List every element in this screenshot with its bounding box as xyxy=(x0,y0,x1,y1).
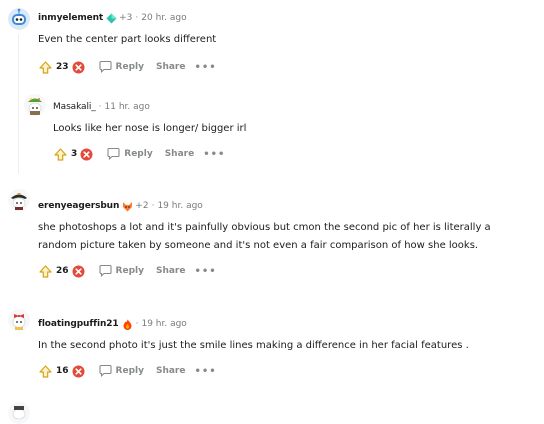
username[interactable]: Masakali_ xyxy=(53,102,96,112)
reply-button[interactable]: Reply xyxy=(98,58,144,77)
snoo-red-bow-avatar-icon[interactable] xyxy=(8,309,30,331)
next-comment-avatar-icon[interactable] xyxy=(8,402,30,424)
vote-score: 16 xyxy=(56,366,69,376)
comment-bubble-icon xyxy=(98,362,112,381)
downvote-icon[interactable] xyxy=(80,148,93,161)
snoo-green-hat-avatar-icon[interactable] xyxy=(24,94,46,116)
downvote-icon[interactable] xyxy=(72,61,85,74)
comment-bubble-icon xyxy=(98,58,112,77)
comment-actions: 23 Reply Share ••• xyxy=(38,59,217,75)
comment-inmyelement: inmyelement +3 · 20 hr. ago Even the cen… xyxy=(0,0,544,90)
reply-button[interactable]: Reply xyxy=(107,145,153,164)
username[interactable]: floatingpuffin21 xyxy=(38,319,119,329)
upvote-icon[interactable] xyxy=(38,264,52,278)
share-button[interactable]: Share xyxy=(156,366,186,376)
comment-actions: 26 Reply Share ••• xyxy=(38,263,217,279)
more-options-button[interactable]: ••• xyxy=(203,149,225,160)
separator-dot: · xyxy=(98,102,102,112)
reply-label: Reply xyxy=(124,149,153,159)
upvote-icon[interactable] xyxy=(38,60,52,74)
karma-change: +3 xyxy=(119,13,133,23)
comment-bubble-icon xyxy=(98,262,112,281)
reply-label: Reply xyxy=(115,266,144,276)
timestamp[interactable]: 19 hr. ago xyxy=(157,201,202,211)
share-button[interactable]: Share xyxy=(156,266,186,276)
comment-erenyeagersbun: erenyeagersbun +2 · 19 hr. ago she photo… xyxy=(0,182,544,290)
snoo-robot-avatar-icon[interactable] xyxy=(8,8,30,30)
username[interactable]: inmyelement xyxy=(38,13,103,23)
comment-text: Looks like her nose is longer/ bigger ir… xyxy=(53,123,247,134)
comment-actions: 16 Reply Share ••• xyxy=(38,363,217,379)
share-button[interactable]: Share xyxy=(165,149,195,159)
username[interactable]: erenyeagersbun xyxy=(38,201,119,211)
separator-dot: · xyxy=(135,13,139,23)
separator-dot: · xyxy=(151,201,155,211)
upvote-icon[interactable] xyxy=(38,364,52,378)
comment-bubble-icon xyxy=(107,145,120,164)
vote-score: 26 xyxy=(56,266,69,276)
comment-text: she photoshops a lot and it's painfully … xyxy=(38,222,491,251)
more-options-button[interactable]: ••• xyxy=(194,62,216,73)
timestamp[interactable]: 20 hr. ago xyxy=(141,13,186,23)
comment-masakali: Masakali_ · 11 hr. ago Looks like her no… xyxy=(0,90,544,180)
comment-text: Even the center part looks different xyxy=(38,34,217,45)
snoo-pirate-hat-avatar-icon[interactable] xyxy=(8,189,30,211)
karma-change: +2 xyxy=(135,201,149,211)
share-button[interactable]: Share xyxy=(156,62,186,72)
reply-button[interactable]: Reply xyxy=(98,262,144,281)
separator-dot: · xyxy=(135,319,139,329)
reply-label: Reply xyxy=(115,62,144,72)
comment-floatingpuffin21: floatingpuffin21 · 19 hr. ago In the sec… xyxy=(0,300,544,390)
upvote-icon[interactable] xyxy=(53,147,67,161)
teal-gem-icon xyxy=(106,13,117,24)
downvote-icon[interactable] xyxy=(72,365,85,378)
downvote-icon[interactable] xyxy=(72,265,85,278)
more-options-button[interactable]: ••• xyxy=(194,366,216,377)
timestamp[interactable]: 19 hr. ago xyxy=(141,319,186,329)
reply-label: Reply xyxy=(115,366,144,376)
comment-text: In the second photo it's just the smile … xyxy=(38,340,469,351)
vote-score: 23 xyxy=(56,62,69,72)
reply-button[interactable]: Reply xyxy=(98,362,144,381)
comment-actions: 3 Reply Share ••• xyxy=(53,146,225,162)
more-options-button[interactable]: ••• xyxy=(194,266,216,277)
timestamp[interactable]: 11 hr. ago xyxy=(105,102,150,112)
fox-face-icon xyxy=(122,201,133,212)
vote-score: 3 xyxy=(71,149,78,159)
fire-badge-icon xyxy=(122,319,133,330)
